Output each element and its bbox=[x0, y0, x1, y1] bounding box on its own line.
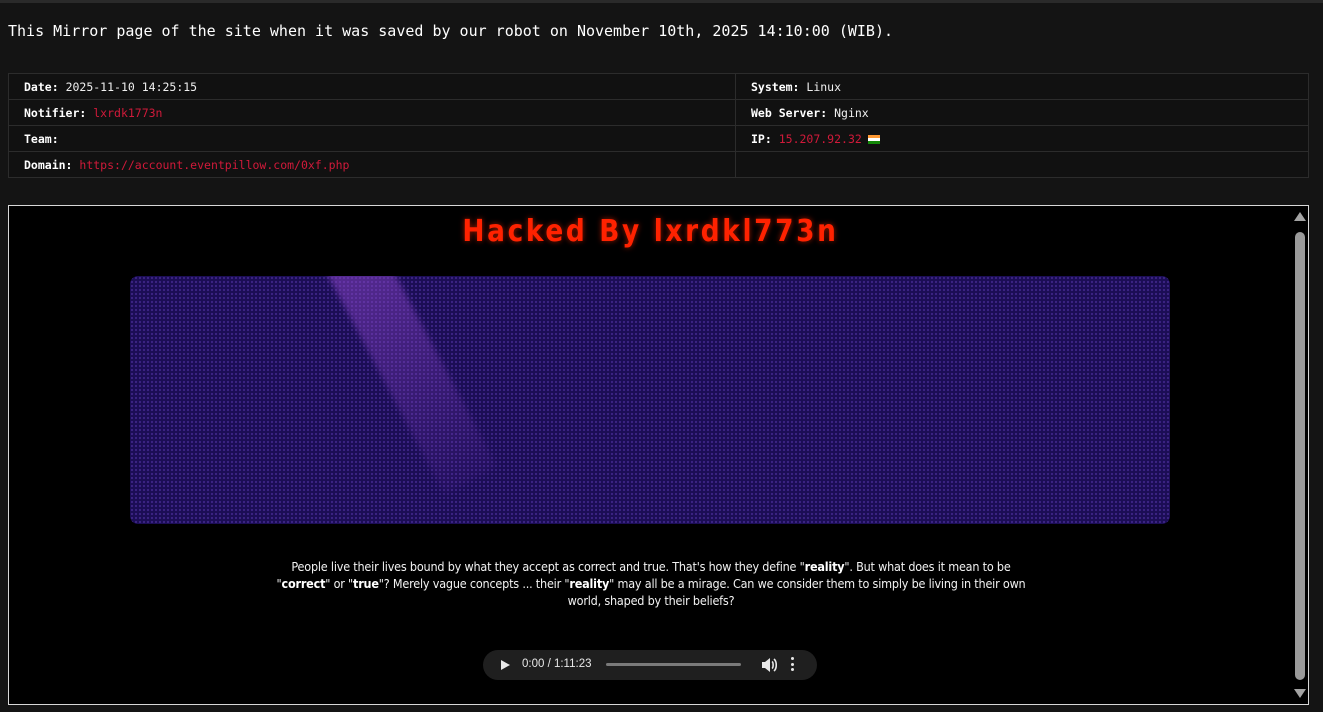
system-value: Linux bbox=[806, 79, 842, 94]
more-options-icon[interactable] bbox=[789, 657, 795, 673]
notifier-label: Notifier: bbox=[24, 105, 87, 120]
date-value: 2025-11-10 14:25:15 bbox=[65, 79, 198, 94]
banner-dot-pattern bbox=[130, 276, 1170, 524]
seek-bar[interactable] bbox=[606, 663, 741, 666]
system-cell: System: Linux bbox=[735, 73, 1309, 100]
audio-player: 0:00 / 1:11:23 bbox=[483, 650, 817, 680]
quote-emphasis: reality bbox=[804, 559, 845, 574]
quote-text: People live their lives bound by what th… bbox=[269, 558, 1033, 609]
mirror-notice: This Mirror page of the site when it was… bbox=[8, 22, 894, 40]
domain-link[interactable]: https://account.eventpillow.com/0xf.php bbox=[79, 158, 349, 172]
mirror-iframe[interactable]: Hacked By lxrdkl773n People live their l… bbox=[8, 205, 1309, 705]
quote-part: People live their lives bound by what th… bbox=[291, 559, 805, 574]
team-label: Team: bbox=[24, 131, 59, 146]
empty-cell bbox=[735, 151, 1309, 178]
notifier-cell: Notifier: lxrdk1773n bbox=[8, 99, 736, 126]
domain-label: Domain: bbox=[24, 157, 73, 172]
quote-part: " or " bbox=[325, 576, 354, 591]
info-table: Date: 2025-11-10 14:25:15 System: Linux … bbox=[8, 73, 1309, 178]
top-border bbox=[0, 0, 1323, 3]
india-flag-icon bbox=[867, 134, 880, 144]
webserver-cell: Web Server: Nginx bbox=[735, 99, 1309, 126]
iframe-scrollbar[interactable] bbox=[1292, 206, 1308, 704]
scrollbar-thumb[interactable] bbox=[1295, 232, 1305, 680]
info-row: Domain: https://account.eventpillow.com/… bbox=[8, 151, 1309, 178]
banner-image bbox=[130, 276, 1170, 524]
notifier-link[interactable]: lxrdk1773n bbox=[93, 106, 162, 120]
quote-emphasis: true bbox=[353, 576, 379, 591]
scroll-up-icon[interactable] bbox=[1294, 212, 1306, 221]
info-row: Date: 2025-11-10 14:25:15 System: Linux bbox=[8, 73, 1309, 100]
info-row: Notifier: lxrdk1773n Web Server: Nginx bbox=[8, 99, 1309, 126]
play-icon[interactable] bbox=[501, 660, 510, 670]
system-label: System: bbox=[751, 79, 800, 94]
audio-time: 0:00 / 1:11:23 bbox=[522, 658, 592, 670]
quote-emphasis: correct bbox=[281, 576, 326, 591]
hacked-title: Hacked By lxrdkl773n bbox=[462, 214, 839, 249]
volume-icon[interactable] bbox=[761, 656, 777, 674]
webserver-label: Web Server: bbox=[751, 105, 828, 120]
webserver-value: Nginx bbox=[834, 105, 869, 120]
team-cell: Team: bbox=[8, 125, 736, 152]
ip-cell: IP: 15.207.92.32 bbox=[735, 125, 1309, 152]
scroll-down-icon[interactable] bbox=[1294, 689, 1306, 698]
quote-part: "? Merely vague concepts ... their " bbox=[378, 576, 570, 591]
date-label: Date: bbox=[24, 79, 59, 94]
date-cell: Date: 2025-11-10 14:25:15 bbox=[8, 73, 736, 100]
ip-link[interactable]: 15.207.92.32 bbox=[779, 132, 862, 146]
info-row: Team: IP: 15.207.92.32 bbox=[8, 125, 1309, 152]
ip-label: IP: bbox=[751, 131, 772, 146]
quote-part: " may all be a mirage. Can we consider t… bbox=[567, 576, 1026, 608]
domain-cell: Domain: https://account.eventpillow.com/… bbox=[8, 151, 736, 178]
quote-emphasis: reality bbox=[569, 576, 610, 591]
